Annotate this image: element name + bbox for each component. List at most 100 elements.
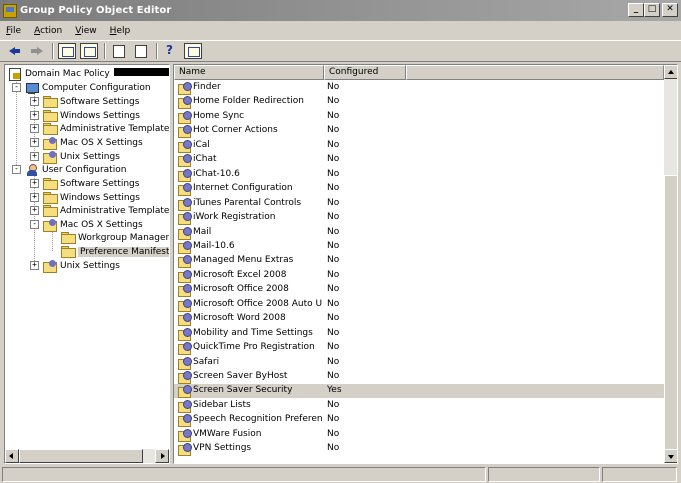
list-item[interactable]: Mobility and Time Settings No (174, 327, 664, 341)
scroll-up-button[interactable] (664, 65, 677, 79)
list-item-configured: No (327, 212, 340, 223)
tree-item-mac-os-x-settings[interactable]: + Mac OS X Settings (30, 136, 143, 150)
list-item[interactable]: Sidebar Lists No (174, 399, 664, 413)
tree-item-computer-configuration[interactable]: - Computer Configuration (12, 81, 151, 94)
scroll-left-button[interactable] (5, 449, 19, 463)
tree-item-root[interactable]: Domain Mac Policy Po (8, 67, 169, 81)
expand-icon[interactable]: + (30, 97, 39, 106)
forward-icon[interactable] (28, 43, 46, 59)
expand-icon[interactable]: + (30, 193, 39, 202)
expand-icon[interactable]: + (30, 111, 39, 120)
list-item[interactable]: iChat-10.6 No (174, 168, 664, 182)
list-item[interactable]: iWork Registration No (174, 211, 664, 226)
list-item-configured: No (327, 197, 340, 208)
collapse-icon[interactable]: - (30, 220, 39, 229)
menu-action[interactable]: Action (34, 26, 62, 36)
list-item[interactable]: Screen Saver ByHost No (174, 370, 664, 384)
expand-icon[interactable]: + (30, 206, 39, 215)
tree-item-software-settings[interactable]: + Software Settings (30, 177, 139, 190)
close-button[interactable]: ✕ (662, 3, 678, 17)
list-item[interactable]: VPN Settings No (174, 442, 664, 457)
menu-bar: File Action View Help (0, 21, 681, 40)
list-item-configured: No (327, 226, 340, 237)
list-item[interactable]: Safari No (174, 356, 664, 370)
expand-icon[interactable]: + (30, 261, 39, 270)
list-item-name: Mail (193, 226, 212, 237)
tree-item-user-configuration[interactable]: - User Configuration (12, 163, 126, 176)
list-item[interactable]: Managed Menu Extras No (174, 254, 664, 269)
export-list-icon[interactable] (132, 43, 150, 59)
up-folder-icon[interactable] (58, 43, 76, 59)
tree-item-administrative-templates[interactable]: + Administrative Templates (30, 122, 169, 135)
list-item[interactable]: Home Folder Redirection No (174, 95, 664, 110)
collapse-icon[interactable]: - (12, 83, 21, 92)
tree-item-software-settings[interactable]: + Software Settings (30, 95, 139, 108)
list-item[interactable]: Speech Recognition Preferen... No (174, 413, 664, 428)
list-item-name: QuickTime Pro Registration (193, 342, 315, 353)
toolbar-separator (52, 43, 54, 59)
list-vertical-scrollbar[interactable] (664, 65, 677, 463)
list-item[interactable]: Microsoft Office 2008 No (174, 283, 664, 298)
maximize-button[interactable]: □ (644, 3, 660, 17)
column-header-empty (406, 65, 664, 80)
list-item-configured: No (327, 356, 340, 367)
list-item[interactable]: iCal No (174, 139, 664, 153)
scroll-down-button[interactable] (664, 449, 677, 463)
tree-item-unix-settings[interactable]: + Unix Settings (30, 259, 120, 273)
preference-manifest-icon (178, 226, 192, 240)
list-item-name: Sidebar Lists (193, 399, 251, 410)
preference-manifest-icon (178, 110, 192, 124)
list-item-name: Microsoft Office 2008 Auto U... (193, 298, 323, 309)
list-item-name: Safari (193, 356, 220, 367)
tree-item-unix-settings[interactable]: + Unix Settings (30, 150, 120, 164)
tree-item-windows-settings[interactable]: + Windows Settings (30, 191, 140, 204)
tree-item-preference-manifests[interactable]: Preference Manifests (61, 245, 169, 258)
list-item[interactable]: Finder No (174, 81, 664, 95)
list-item-name: Microsoft Excel 2008 (193, 269, 287, 280)
list-item[interactable]: Internet Configuration No (174, 182, 664, 197)
tree-horizontal-scrollbar[interactable] (5, 449, 169, 463)
list-item[interactable]: Hot Corner Actions No (174, 124, 664, 139)
console-icon[interactable] (184, 43, 202, 59)
help-icon[interactable] (162, 43, 180, 59)
list-item[interactable]: iChat No (174, 153, 664, 168)
list-item[interactable]: Home Sync No (174, 110, 664, 124)
preference-manifest-icon (178, 298, 192, 312)
column-header-configured[interactable]: Configured (324, 65, 406, 80)
tree-item-windows-settings[interactable]: + Windows Settings (30, 109, 140, 122)
show-hide-tree-icon[interactable] (80, 43, 98, 59)
scroll-thumb[interactable] (664, 175, 677, 451)
properties-icon[interactable] (110, 43, 128, 59)
list-item[interactable]: QuickTime Pro Registration No (174, 341, 664, 356)
list-item[interactable]: Microsoft Office 2008 Auto U... No (174, 298, 664, 312)
expand-icon[interactable]: + (30, 179, 39, 188)
back-icon[interactable] (6, 43, 24, 59)
tree-view[interactable]: Domain Mac Policy Po - Computer Configur… (5, 65, 169, 447)
expand-icon[interactable]: + (30, 138, 39, 147)
preference-manifest-icon (178, 385, 192, 399)
list-item[interactable]: Mail-10.6 No (174, 240, 664, 254)
list-item[interactable]: VMWare Fusion No (174, 428, 664, 442)
list-item[interactable]: Mail No (174, 226, 664, 240)
menu-help[interactable]: Help (110, 26, 131, 36)
column-header-name[interactable]: Name (174, 65, 324, 80)
computer-icon (25, 82, 39, 94)
menu-file[interactable]: File (6, 26, 21, 36)
folder-icon (43, 178, 58, 190)
menu-view[interactable]: View (75, 26, 96, 36)
expand-icon[interactable]: + (30, 124, 39, 133)
preference-manifest-icon (178, 414, 192, 428)
collapse-icon[interactable]: - (12, 165, 21, 174)
list-item[interactable]: iTunes Parental Controls No (174, 197, 664, 211)
tree-item-workgroup-manager-settings[interactable]: Workgroup Manager Se (61, 231, 169, 244)
scroll-thumb[interactable] (19, 449, 143, 463)
tree-item-mac-os-x-settings[interactable]: - Mac OS X Settings (30, 218, 143, 232)
toolbar-separator (104, 43, 106, 59)
list-item[interactable]: Microsoft Excel 2008 No (174, 269, 664, 283)
minimize-button[interactable]: _ (628, 3, 644, 17)
list-item[interactable]: Screen Saver Security Yes (174, 384, 664, 399)
tree-item-administrative-templates[interactable]: + Administrative Templates (30, 204, 169, 217)
expand-icon[interactable]: + (30, 152, 39, 161)
scroll-right-button[interactable] (155, 449, 169, 463)
list-item[interactable]: Microsoft Word 2008 No (174, 312, 664, 327)
